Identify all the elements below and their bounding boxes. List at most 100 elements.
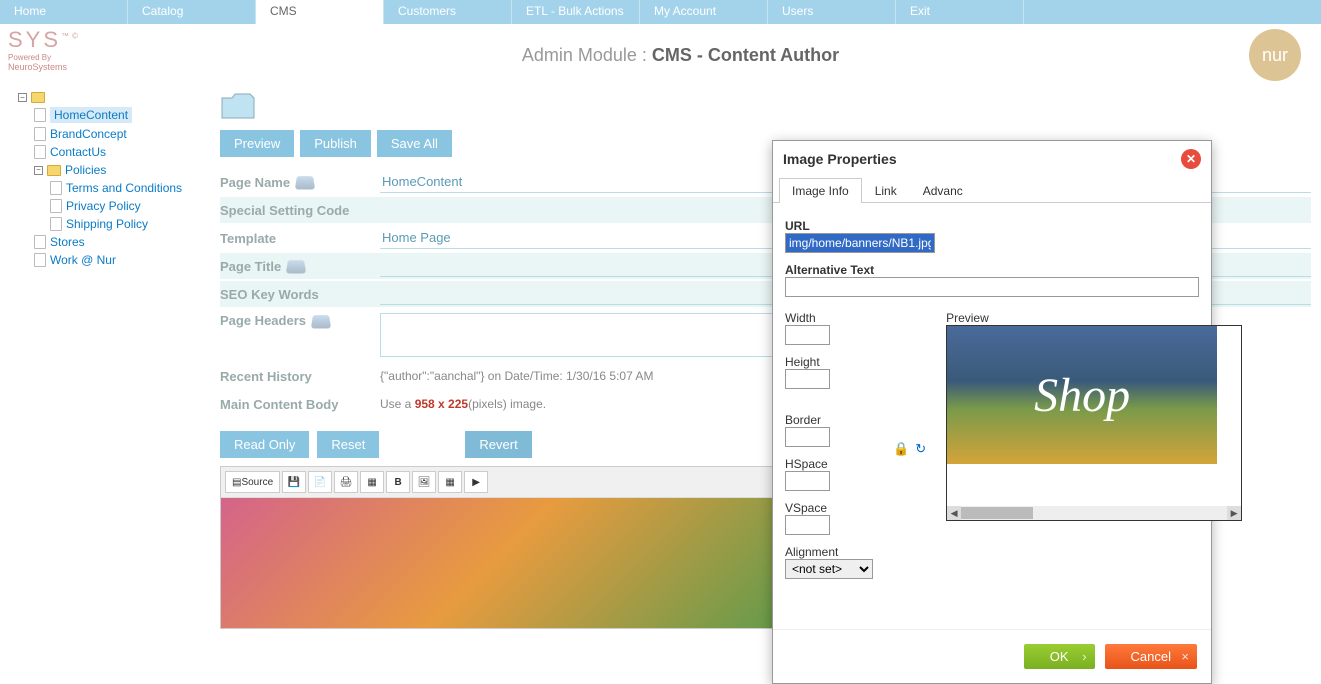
bold-icon[interactable]: B <box>386 471 410 493</box>
disk-icon[interactable] <box>311 315 331 328</box>
tree-item-contactus[interactable]: ContactUs <box>50 145 106 159</box>
width-label: Width <box>785 311 873 325</box>
folder-icon <box>47 165 61 176</box>
align-select[interactable]: <not set> <box>785 559 873 579</box>
ssc-label: Special Setting Code <box>220 203 380 218</box>
hspace-input[interactable] <box>785 471 830 491</box>
file-icon <box>34 253 46 267</box>
source-label: Source <box>241 477 273 488</box>
headers-label: Page Headers <box>220 313 306 328</box>
image-icon[interactable]: 🖼 <box>412 471 436 493</box>
tree-toggle-root[interactable]: − <box>18 93 27 102</box>
close-icon[interactable]: ✕ <box>1181 149 1201 169</box>
nav-users[interactable]: Users <box>768 0 896 24</box>
revert-button[interactable]: Revert <box>465 431 531 458</box>
page-title: Admin Module : CMS - Content Author <box>112 45 1249 66</box>
preview-label: Preview <box>946 311 1242 325</box>
alt-label: Alternative Text <box>785 263 1199 277</box>
preview-scrollbar[interactable]: ◀▶ <box>947 506 1241 520</box>
nav-account[interactable]: My Account <box>640 0 768 24</box>
height-input[interactable] <box>785 369 830 389</box>
use-pre: Use a <box>380 397 415 411</box>
source-button[interactable]: ▤ Source <box>225 471 280 493</box>
tree-item-stores[interactable]: Stores <box>50 235 85 249</box>
nav-home[interactable]: Home <box>0 0 128 24</box>
nav-customers[interactable]: Customers <box>384 0 512 24</box>
logo-tm: ™ <box>61 32 72 41</box>
tab-link[interactable]: Link <box>862 178 910 203</box>
reset-button[interactable]: Reset <box>317 431 379 458</box>
page-name-label: Page Name <box>220 175 290 190</box>
ok-button[interactable]: OK <box>1024 644 1095 669</box>
disk-icon[interactable] <box>286 260 306 273</box>
preview-image: Shop <box>947 326 1217 464</box>
print-icon[interactable]: 🖨 <box>334 471 358 493</box>
page-title-label: Page Title <box>220 259 281 274</box>
border-input[interactable] <box>785 427 830 447</box>
preview-button[interactable]: Preview <box>220 130 294 157</box>
file-icon <box>50 199 62 213</box>
tree-item-terms[interactable]: Terms and Conditions <box>66 181 182 195</box>
dialog-body: URL Alternative Text Width Height Border… <box>773 203 1211 589</box>
saveall-button[interactable]: Save All <box>377 130 452 157</box>
template-label: Template <box>220 231 380 246</box>
vspace-input[interactable] <box>785 515 830 535</box>
newpage-icon[interactable]: 📄 <box>308 471 332 493</box>
tree-toggle-policies[interactable]: − <box>34 166 43 175</box>
logo-sub2: NeuroSystems <box>8 62 104 72</box>
tree-item-brandconcept[interactable]: BrandConcept <box>50 127 127 141</box>
file-icon <box>50 181 62 195</box>
file-icon <box>34 108 46 122</box>
use-dim: 958 x 225 <box>415 397 468 411</box>
logo-sub: Powered By <box>8 53 104 62</box>
nav-catalog[interactable]: Catalog <box>128 0 256 24</box>
folder-large-icon <box>220 92 256 120</box>
preview-box: Shop ◀▶ <box>946 325 1242 521</box>
logo: SYS™© Powered By NeuroSystems <box>8 27 104 83</box>
tree-item-homecontent[interactable]: HomeContent <box>50 107 132 123</box>
templates-icon[interactable]: ▦ <box>360 471 384 493</box>
readonly-button[interactable]: Read Only <box>220 431 309 458</box>
url-input[interactable] <box>785 233 935 253</box>
disk-icon[interactable] <box>295 176 315 189</box>
table-icon[interactable]: ▦ <box>438 471 462 493</box>
media-icon[interactable]: ▶ <box>464 471 488 493</box>
publish-button[interactable]: Publish <box>300 130 371 157</box>
cancel-button[interactable]: Cancel <box>1105 644 1197 669</box>
seo-label: SEO Key Words <box>220 287 380 302</box>
nav-etl[interactable]: ETL - Bulk Actions <box>512 0 640 24</box>
alt-input[interactable] <box>785 277 1199 297</box>
tab-image-info[interactable]: Image Info <box>779 178 862 203</box>
save-icon[interactable]: 💾 <box>282 471 306 493</box>
logo-c: © <box>72 32 81 41</box>
border-label: Border <box>785 413 873 427</box>
dialog-title: Image Properties <box>783 151 897 167</box>
hspace-label: HSpace <box>785 457 873 471</box>
folder-icon <box>31 92 45 103</box>
image-properties-dialog: Image Properties ✕ Image Info Link Advan… <box>772 140 1212 684</box>
tree-item-work[interactable]: Work @ Nur <box>50 253 116 267</box>
dialog-footer: OK Cancel <box>773 629 1211 683</box>
logo-main: SYS <box>8 27 61 52</box>
preview-text: Shop <box>1034 368 1130 423</box>
tree-item-shipping[interactable]: Shipping Policy <box>66 217 148 231</box>
tree: − HomeContent BrandConcept ContactUs − Po… <box>0 86 210 635</box>
vspace-label: VSpace <box>785 501 873 515</box>
tree-item-policies[interactable]: Policies <box>65 163 106 177</box>
file-icon <box>50 217 62 231</box>
refresh-icon[interactable]: ↻ <box>915 441 926 457</box>
avatar[interactable]: nur <box>1249 29 1301 81</box>
dialog-title-bar: Image Properties ✕ <box>773 141 1211 177</box>
tab-advanced[interactable]: Advanc <box>910 178 976 203</box>
nav-exit[interactable]: Exit <box>896 0 1024 24</box>
file-icon <box>34 145 46 159</box>
title-prefix: Admin Module : <box>522 45 652 65</box>
width-input[interactable] <box>785 325 830 345</box>
header: SYS™© Powered By NeuroSystems Admin Modu… <box>0 24 1321 86</box>
maincontent-label: Main Content Body <box>220 397 380 412</box>
top-nav: Home Catalog CMS Customers ETL - Bulk Ac… <box>0 0 1321 24</box>
nav-cms[interactable]: CMS <box>256 0 384 24</box>
use-post: image. <box>507 397 546 411</box>
tree-item-privacy[interactable]: Privacy Policy <box>66 199 141 213</box>
lock-icon[interactable]: 🔒 <box>893 441 909 457</box>
